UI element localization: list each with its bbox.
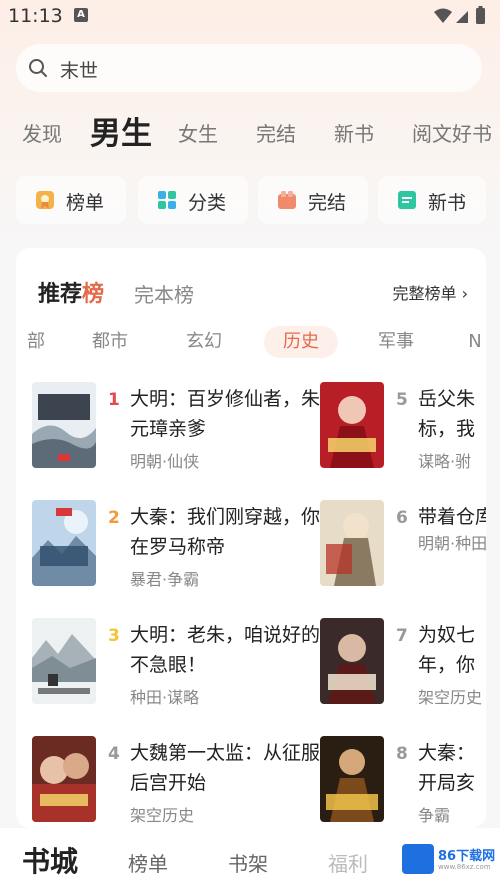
rank-number: 6 xyxy=(396,508,408,528)
quick-new-book-label: 新书 xyxy=(428,192,467,214)
book-item[interactable]: 6 带着仓库到大明 明朝·种田 xyxy=(320,500,486,600)
watermark-subtext: www.86xz.com xyxy=(438,863,491,871)
category-pill[interactable]: 部 xyxy=(16,326,56,358)
tab-recommend-ranking[interactable]: 推荐榜 xyxy=(38,276,104,308)
book-tags: 暴君·争霸 xyxy=(130,570,200,589)
tab-recommend-prefix: 推荐 xyxy=(38,282,83,307)
tab-new[interactable]: 新书 xyxy=(334,118,374,147)
new-book-icon xyxy=(398,191,416,209)
tab-male[interactable]: 男生 xyxy=(90,108,152,153)
watermark-logo: 86下载网 www.86xz.com xyxy=(400,842,496,878)
quick-ranking-button[interactable]: 榜单 xyxy=(16,176,126,224)
book-cover xyxy=(320,382,384,468)
notification-icon: A xyxy=(74,8,88,22)
book-tags: 架空历史 xyxy=(418,688,483,707)
book-item[interactable]: 2 大秦：我们刚穿越，你在罗马称帝 暴君·争霸 xyxy=(32,500,332,600)
book-item[interactable]: 5 岳父朱标，我容郡主 谋略·驸 xyxy=(320,382,486,482)
search-icon xyxy=(29,59,47,77)
rank-number: 3 xyxy=(108,626,120,646)
nav-bookstore[interactable]: 书城 xyxy=(22,840,78,880)
book-tags: 明朝·种田 xyxy=(418,534,486,553)
book-cover xyxy=(320,618,384,704)
book-item[interactable]: 4 大魏第一太监：从征服后宫开始 架空历史 xyxy=(32,736,332,828)
book-tags: 谋略·驸 xyxy=(418,452,472,471)
tab-finished[interactable]: 完结 xyxy=(256,118,296,147)
tab-discover[interactable]: 发现 xyxy=(22,118,62,147)
ranking-card: 推荐榜 完本榜 完整榜单 › 部 都市 玄幻 历史 军事 N 1 大明：百岁修仙… xyxy=(16,248,486,828)
status-time: 11:13 xyxy=(8,5,63,27)
tab-yuewen-picks[interactable]: 阅文好书 xyxy=(412,118,492,147)
book-title: 大秦：我们刚穿越，你在罗马称帝 xyxy=(130,506,321,558)
tab-finished-ranking[interactable]: 完本榜 xyxy=(134,279,194,308)
quick-category-label: 分类 xyxy=(188,192,227,214)
nav-rankings[interactable]: 榜单 xyxy=(128,848,168,877)
rank-number: 8 xyxy=(396,744,408,764)
quick-finished-button[interactable]: 完结 xyxy=(258,176,368,224)
finished-icon xyxy=(278,191,296,209)
book-title: 大明：百岁修仙者，朱元璋亲爹 xyxy=(130,388,321,440)
quick-new-book-button[interactable]: 新书 xyxy=(378,176,486,224)
category-pill[interactable]: 玄幻 xyxy=(170,326,238,358)
rank-number: 7 xyxy=(396,626,408,646)
tab-recommend-highlight: 榜 xyxy=(82,282,105,307)
book-cover xyxy=(320,500,384,586)
status-bar: 11:13 A xyxy=(0,0,500,32)
book-cover xyxy=(32,382,96,468)
nav-welfare[interactable]: 福利 xyxy=(328,848,368,877)
book-tags: 种田·谋略 xyxy=(130,688,200,707)
category-pill-active[interactable]: 历史 xyxy=(264,326,338,358)
watermark-text: 86下载网 xyxy=(438,849,496,864)
bottom-nav: 书城 榜单 书架 福利 86下载网 www.86xz.com xyxy=(0,828,500,892)
search-input[interactable]: 末世 xyxy=(16,44,482,92)
ranking-icon xyxy=(36,191,54,209)
book-item[interactable]: 7 为奴七年，你们哭什么 架空历史 xyxy=(320,618,486,718)
book-tags: 明朝·仙侠 xyxy=(130,452,200,471)
quick-category-button[interactable]: 分类 xyxy=(138,176,248,224)
rank-number: 1 xyxy=(108,390,120,410)
book-title: 大魏第一太监：从征服后宫开始 xyxy=(130,742,321,794)
quick-ranking-label: 榜单 xyxy=(66,192,105,214)
search-hint: 末世 xyxy=(60,60,99,82)
quick-finished-label: 完结 xyxy=(308,192,347,214)
category-pill[interactable]: N xyxy=(460,326,486,358)
book-item[interactable]: 3 大明：老朱，咱说好的不急眼！ 种田·谋略 xyxy=(32,618,332,718)
tab-female[interactable]: 女生 xyxy=(178,118,218,147)
full-ranking-link[interactable]: 完整榜单 › xyxy=(393,280,469,304)
book-tags: 架空历史 xyxy=(130,806,195,825)
book-item[interactable]: 8 大秦：开局亥怎么 争霸 xyxy=(320,736,486,828)
book-cover xyxy=(32,618,96,704)
watermark-icon xyxy=(402,844,434,874)
category-pill[interactable]: 都市 xyxy=(76,326,144,358)
rank-number: 4 xyxy=(108,744,120,764)
book-title: 大明：老朱，咱说好的不急眼！ xyxy=(130,624,321,676)
category-grid-icon xyxy=(158,191,176,209)
book-cover xyxy=(320,736,384,822)
rank-number: 2 xyxy=(108,508,120,528)
book-title: 岳父朱标，我容郡主 xyxy=(418,388,476,440)
nav-bookshelf[interactable]: 书架 xyxy=(228,848,268,877)
book-title: 为奴七年，你们哭什么 xyxy=(418,624,476,676)
rank-number: 5 xyxy=(396,390,408,410)
signal-battery-icon xyxy=(434,6,485,24)
book-tags: 争霸 xyxy=(418,806,451,825)
book-title: 大秦：开局亥怎么 xyxy=(418,742,476,794)
book-cover xyxy=(32,736,96,822)
category-pill[interactable]: 军事 xyxy=(362,326,430,358)
book-item[interactable]: 1 大明：百岁修仙者，朱元璋亲爹 明朝·仙侠 xyxy=(32,382,332,482)
book-cover xyxy=(32,500,96,586)
book-title: 带着仓库到大明 xyxy=(418,506,486,528)
